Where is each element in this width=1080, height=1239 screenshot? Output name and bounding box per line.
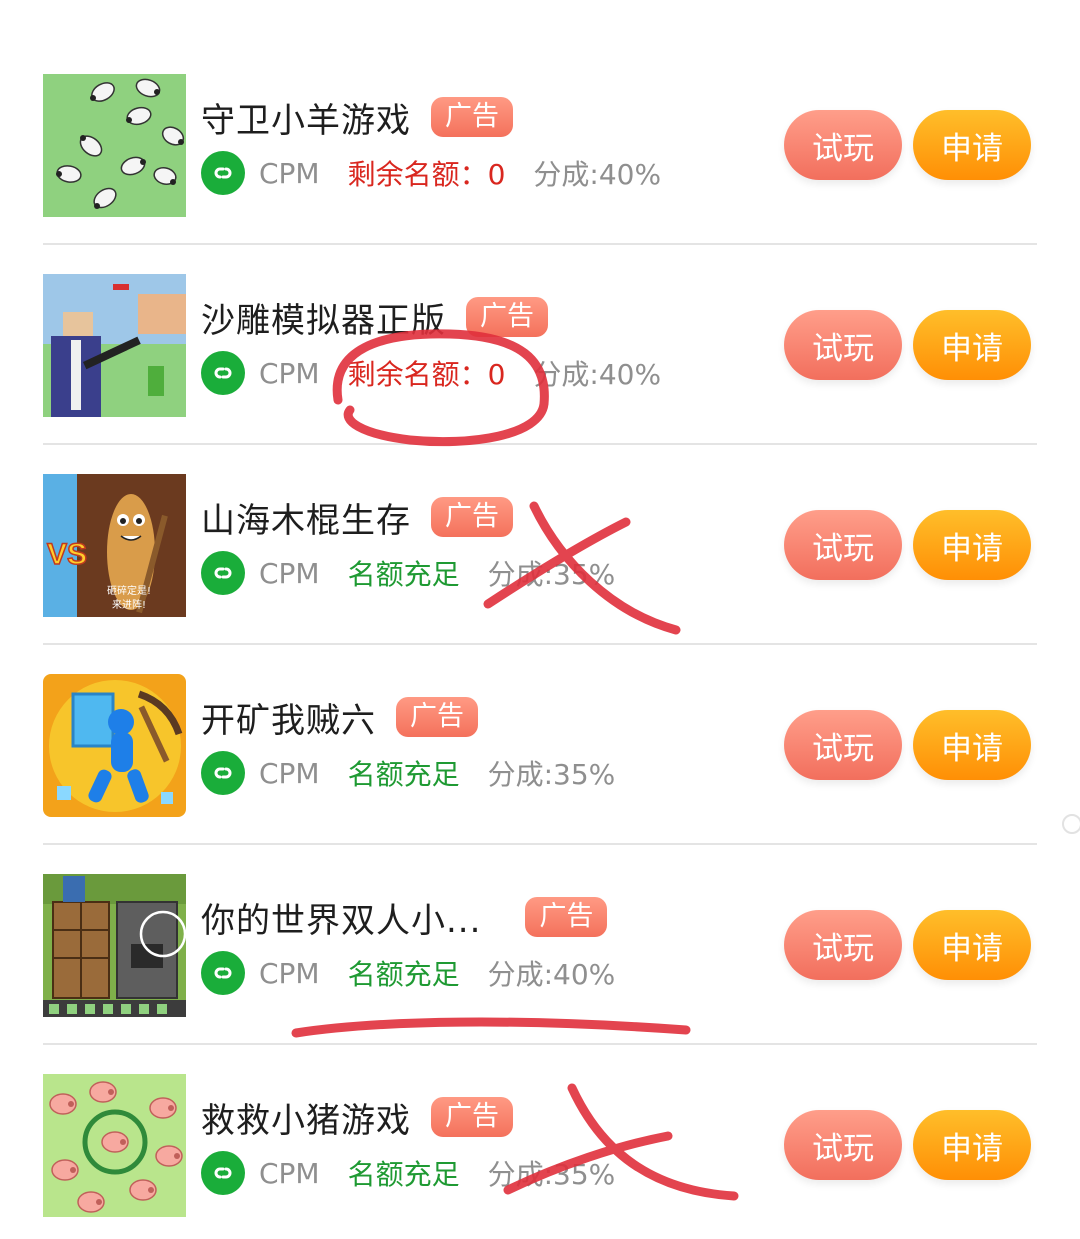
revenue-share: 分成:40%: [533, 158, 662, 191]
thumb-caption-1: 砸碎定是!: [107, 584, 151, 597]
revenue-share: 分成:35%: [487, 1158, 616, 1191]
try-button[interactable]: 试玩: [784, 310, 902, 380]
mini-program-icon: [201, 751, 245, 795]
game-thumbnail-stick[interactable]: VS 砸碎定是! 来进阵!: [43, 474, 186, 617]
revenue-share: 分成:35%: [487, 558, 616, 591]
revenue-share: 分成:40%: [533, 358, 662, 391]
quota-status: 剩余名额：0: [347, 158, 506, 191]
game-thumbnail-blocks[interactable]: [43, 874, 186, 1017]
game-row[interactable]: 救救小猪游戏 广告 CPM 名额充足 分成:35% 试玩 申请: [43, 1000, 1037, 1217]
game-row[interactable]: 守卫小羊游戏 广告 CPM 剩余名额：0 分成:40% 试玩 申请: [43, 0, 1037, 245]
pricing-type: CPM: [259, 356, 320, 390]
revenue-share: 分成:40%: [487, 958, 616, 991]
game-title: 沙雕模拟器正版: [201, 300, 446, 341]
game-thumbnail-mining[interactable]: [43, 674, 186, 817]
game-title: 守卫小羊游戏: [201, 100, 411, 141]
game-row[interactable]: VS 砸碎定是! 来进阵! 山海木棍生存 广告 CPM 名额充足 分成:35% …: [43, 400, 1037, 645]
game-title: 救救小猪游戏: [201, 1100, 411, 1141]
apply-button[interactable]: 申请: [913, 110, 1031, 180]
game-title: 开矿我贼六: [201, 700, 376, 741]
game-title: 你的世界双人小...: [201, 900, 482, 941]
scroll-indicator[interactable]: [1062, 814, 1080, 834]
game-title: 山海木棍生存: [201, 500, 411, 541]
pricing-type: CPM: [259, 156, 320, 190]
pricing-type: CPM: [259, 1156, 320, 1190]
pricing-type: CPM: [259, 956, 320, 990]
quota-status: 名额充足: [347, 958, 460, 991]
ad-badge: 广告: [431, 497, 513, 537]
mini-program-icon: [201, 1151, 245, 1195]
ad-badge: 广告: [431, 97, 513, 137]
try-button[interactable]: 试玩: [784, 1110, 902, 1180]
game-row[interactable]: 沙雕模拟器正版 广告 CPM 剩余名额：0 分成:40% 试玩 申请: [43, 200, 1037, 445]
revenue-share: 分成:35%: [487, 758, 616, 791]
apply-button[interactable]: 申请: [913, 510, 1031, 580]
try-button[interactable]: 试玩: [784, 710, 902, 780]
game-thumbnail-sandbox[interactable]: [43, 274, 186, 417]
game-row[interactable]: 开矿我贼六 广告 CPM 名额充足 分成:35% 试玩 申请: [43, 600, 1037, 845]
quota-status: 剩余名额：0: [347, 358, 506, 391]
ad-badge: 广告: [431, 1097, 513, 1137]
quota-status: 名额充足: [347, 758, 460, 791]
apply-button[interactable]: 申请: [913, 910, 1031, 980]
mini-program-icon: [201, 951, 245, 995]
pricing-type: CPM: [259, 556, 320, 590]
ad-badge: 广告: [466, 297, 548, 337]
mini-program-icon: [201, 151, 245, 195]
game-row[interactable]: 你的世界双人小... 广告 CPM 名额充足 分成:40% 试玩 申请: [43, 800, 1037, 1045]
ad-badge: 广告: [525, 897, 608, 937]
thumb-vs-text: VS: [47, 538, 87, 571]
quota-status: 名额充足: [347, 1158, 460, 1191]
try-button[interactable]: 试玩: [784, 910, 902, 980]
mini-program-icon: [201, 551, 245, 595]
pricing-type: CPM: [259, 756, 320, 790]
mini-program-icon: [201, 351, 245, 395]
game-thumbnail-piglets[interactable]: [43, 1074, 186, 1217]
apply-button[interactable]: 申请: [913, 1110, 1031, 1180]
quota-status: 名额充足: [347, 558, 460, 591]
game-thumbnail-sheep[interactable]: [43, 74, 186, 217]
apply-button[interactable]: 申请: [913, 310, 1031, 380]
try-button[interactable]: 试玩: [784, 510, 902, 580]
try-button[interactable]: 试玩: [784, 110, 902, 180]
ad-badge: 广告: [396, 697, 478, 737]
apply-button[interactable]: 申请: [913, 710, 1031, 780]
